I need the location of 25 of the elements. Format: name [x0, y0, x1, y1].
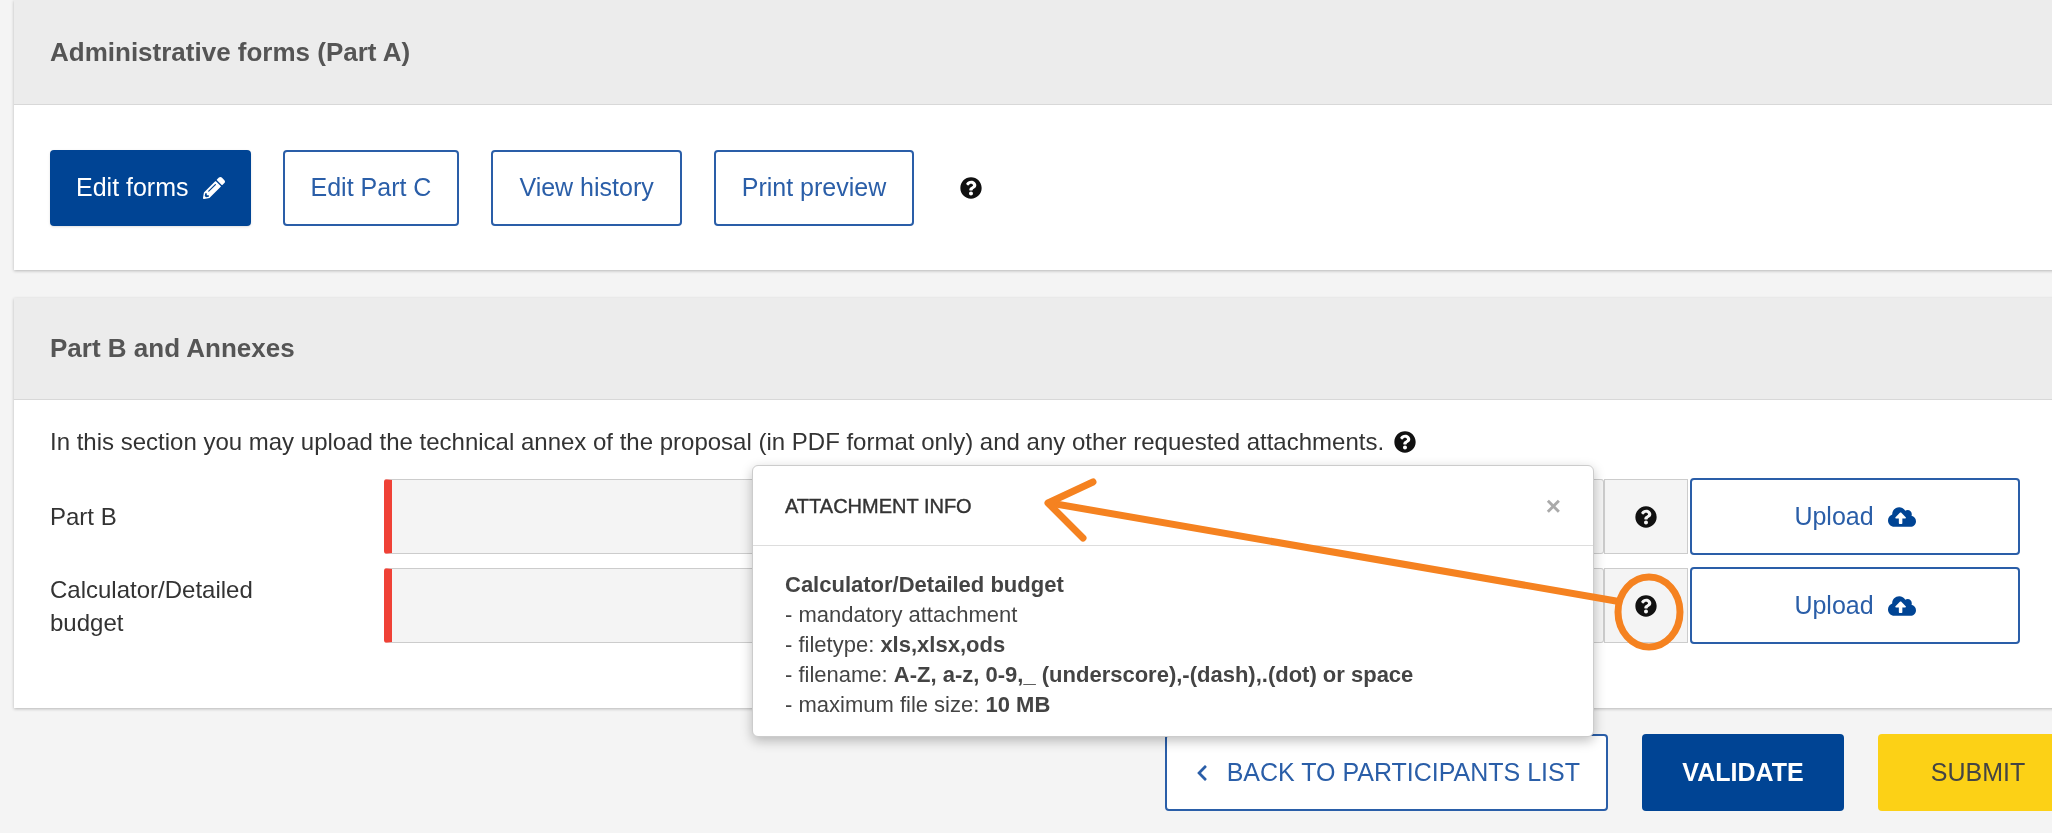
help-icon[interactable] — [960, 176, 983, 199]
section-title: Administrative forms (Part A) — [50, 35, 411, 69]
validate-button[interactable]: VALIDATE — [1642, 734, 1844, 811]
pencil-icon — [202, 176, 225, 199]
form-action-button[interactable]: Edit Part C — [282, 149, 460, 226]
help-icon[interactable] — [1394, 431, 1417, 453]
section-description: In this section you may upload the technical annex of the proposal (in PDF format only) and any other requested attachments. — [50, 427, 1385, 457]
attachment-label: Part B — [50, 502, 118, 532]
attachment-rule: - mandatory attachment — [785, 601, 1019, 629]
submit-button[interactable]: SUBMIT — [1878, 734, 2052, 811]
section-title: Part B and Annexes — [50, 332, 295, 365]
upload-button[interactable]: Upload — [1690, 567, 2020, 644]
edit-forms-button[interactable]: Edit forms — [50, 149, 251, 226]
attachment-rule: - filetype: xls,xlsx,ods — [785, 631, 1007, 659]
form-action-button[interactable]: View history — [491, 149, 682, 226]
popover-title: ATTACHMENT INFO — [785, 493, 972, 519]
upload-button[interactable]: Upload — [1690, 478, 2020, 555]
back-button[interactable]: BACK TO PARTICIPANTS LIST — [1164, 734, 1608, 811]
attachment-rule: - filename: A-Z, a-z, 0-9,_ (underscore),-(dash),.(dot) or space — [785, 661, 1415, 689]
help-icon[interactable] — [1635, 505, 1657, 528]
form-action-button[interactable]: Print preview — [713, 149, 915, 226]
help-icon[interactable] — [1635, 594, 1657, 617]
attachment-name: Calculator/Detailed budget — [785, 571, 1065, 599]
attachment-rule: - maximum file size: 10 MB — [785, 691, 1052, 719]
attachment-label: Calculator/Detailed budget — [50, 574, 254, 638]
